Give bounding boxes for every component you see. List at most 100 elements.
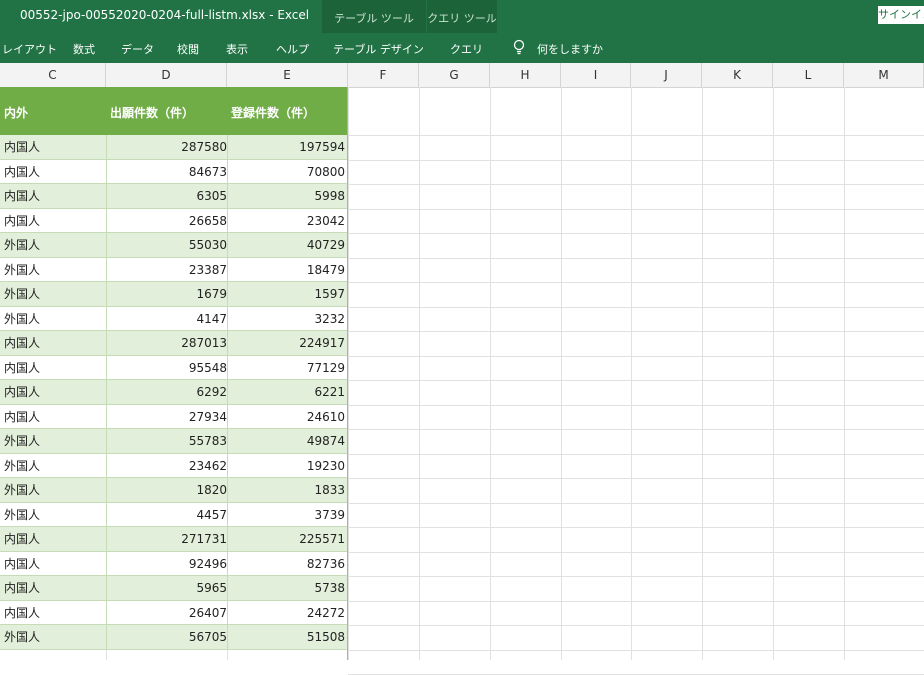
grid-row-line <box>348 355 924 357</box>
cell-kind[interactable]: 内国人 <box>4 601 40 625</box>
cell-registrations[interactable]: 6221 <box>227 380 345 404</box>
tab-formulas[interactable]: 数式 <box>73 41 95 57</box>
cell-registrations[interactable]: 5738 <box>227 576 345 600</box>
cell-kind[interactable]: 外国人 <box>4 307 40 331</box>
cell-applications[interactable]: 271731 <box>106 527 227 551</box>
cell-kind[interactable]: 内国人 <box>4 184 40 208</box>
cell-registrations[interactable]: 3232 <box>227 307 345 331</box>
cell-kind[interactable]: 内国人 <box>4 135 40 159</box>
cell-registrations[interactable]: 51508 <box>227 625 345 649</box>
table-header-row: 内外 出願件数（件） 登録件数（件） <box>0 87 348 135</box>
cell-applications[interactable]: 287580 <box>106 135 227 159</box>
cell-registrations[interactable]: 19230 <box>227 454 345 478</box>
tab-view[interactable]: 表示 <box>226 41 248 57</box>
column-header-m[interactable]: M <box>844 63 924 87</box>
column-header-c[interactable]: C <box>0 63 106 87</box>
cell-applications[interactable]: 26407 <box>106 601 227 625</box>
cell-kind[interactable]: 外国人 <box>4 233 40 257</box>
cell-registrations[interactable]: 225571 <box>227 527 345 551</box>
title-bar: 00552-jpo-00552020-0204-full-listm.xlsx … <box>0 0 924 66</box>
column-header-i[interactable]: I <box>561 63 631 87</box>
column-header-e[interactable]: E <box>227 63 348 87</box>
tab-data[interactable]: データ <box>121 41 154 57</box>
cell-applications[interactable]: 6292 <box>106 380 227 404</box>
cell-applications[interactable]: 26658 <box>106 209 227 233</box>
tab-table-design[interactable]: テーブル デザイン <box>333 41 424 57</box>
cell-applications[interactable]: 1820 <box>106 478 227 502</box>
cell-divider <box>106 551 107 575</box>
cell-registrations[interactable]: 70800 <box>227 160 345 184</box>
cell-registrations[interactable]: 197594 <box>227 135 345 159</box>
context-tab-label: クエリ ツール <box>427 12 497 25</box>
column-header-k[interactable]: K <box>702 63 773 87</box>
column-header-d[interactable]: D <box>106 63 227 87</box>
column-header-l[interactable]: L <box>773 63 844 87</box>
cell-registrations[interactable]: 77129 <box>227 356 345 380</box>
cell-registrations[interactable]: 3739 <box>227 503 345 527</box>
cell-registrations[interactable]: 49874 <box>227 429 345 453</box>
column-header-f[interactable]: F <box>348 63 419 87</box>
cell-registrations[interactable]: 23042 <box>227 209 345 233</box>
tab-layout[interactable]: レイアウト <box>2 41 57 57</box>
column-header-j[interactable]: J <box>631 63 702 87</box>
cell-kind[interactable]: 外国人 <box>4 454 40 478</box>
cell-kind[interactable]: 内国人 <box>4 209 40 233</box>
cell-kind[interactable]: 外国人 <box>4 429 40 453</box>
cell-applications[interactable]: 287013 <box>106 331 227 355</box>
cell-registrations[interactable]: 24610 <box>227 405 345 429</box>
cell-applications[interactable]: 27934 <box>106 405 227 429</box>
tab-help[interactable]: ヘルプ <box>276 41 309 57</box>
cell-applications[interactable]: 4457 <box>106 503 227 527</box>
cell-applications[interactable]: 1679 <box>106 282 227 306</box>
cell-kind[interactable]: 外国人 <box>4 625 40 649</box>
tell-me-search[interactable]: 何をしますか <box>537 41 603 57</box>
cell-applications[interactable]: 56705 <box>106 625 227 649</box>
cell-registrations[interactable]: 5998 <box>227 184 345 208</box>
cell-registrations[interactable]: 1597 <box>227 282 345 306</box>
worksheet-grid[interactable]: 内外 出願件数（件） 登録件数（件） 内国人 287580 197594 内国人 846… <box>0 87 924 675</box>
cell-registrations[interactable]: 224917 <box>227 331 345 355</box>
cell-applications[interactable]: 92496 <box>106 552 227 576</box>
cell-applications[interactable]: 55030 <box>106 233 227 257</box>
cell-kind[interactable]: 内国人 <box>4 380 40 404</box>
header-applications[interactable]: 出願件数（件） <box>110 104 194 121</box>
cell-kind[interactable]: 内国人 <box>4 356 40 380</box>
cell-applications[interactable]: 84673 <box>106 160 227 184</box>
cell-divider <box>106 135 107 159</box>
cell-kind[interactable]: 内国人 <box>4 405 40 429</box>
cell-registrations[interactable]: 40729 <box>227 233 345 257</box>
cell-applications[interactable]: 4147 <box>106 307 227 331</box>
cell-applications[interactable]: 6305 <box>106 184 227 208</box>
cell-kind[interactable]: 外国人 <box>4 282 40 306</box>
column-header-h[interactable]: H <box>490 63 561 87</box>
grid-column-line <box>773 87 774 660</box>
cell-applications[interactable]: 95548 <box>106 356 227 380</box>
cell-kind[interactable]: 外国人 <box>4 258 40 282</box>
cell-kind[interactable]: 外国人 <box>4 503 40 527</box>
grid-row-line <box>348 649 924 651</box>
cell-registrations[interactable]: 24272 <box>227 601 345 625</box>
cell-applications[interactable]: 23462 <box>106 454 227 478</box>
cell-registrations[interactable]: 18479 <box>227 258 345 282</box>
cell-registrations[interactable]: 82736 <box>227 552 345 576</box>
cell-applications[interactable]: 23387 <box>106 258 227 282</box>
cell-kind[interactable]: 内国人 <box>4 552 40 576</box>
cell-kind[interactable]: 内国人 <box>4 576 40 600</box>
cell-kind[interactable]: 外国人 <box>4 478 40 502</box>
lightbulb-icon[interactable] <box>512 39 526 57</box>
cell-registrations[interactable]: 1833 <box>227 478 345 502</box>
tab-query[interactable]: クエリ <box>450 41 483 57</box>
window-title: 00552-jpo-00552020-0204-full-listm.xlsx … <box>20 8 310 22</box>
header-registrations[interactable]: 登録件数（件） <box>231 104 315 121</box>
signin-button[interactable]: サインイン <box>878 6 924 24</box>
cell-kind[interactable]: 内国人 <box>4 527 40 551</box>
cell-kind[interactable]: 内国人 <box>4 331 40 355</box>
cell-kind[interactable]: 内国人 <box>4 160 40 184</box>
header-kind[interactable]: 内外 <box>4 104 28 121</box>
table-row: 内国人 5965 5738 <box>0 576 348 601</box>
tab-review[interactable]: 校閲 <box>177 41 199 57</box>
cell-applications[interactable]: 55783 <box>106 429 227 453</box>
column-header-g[interactable]: G <box>419 63 490 87</box>
grid-column-line <box>844 87 845 660</box>
cell-applications[interactable]: 5965 <box>106 576 227 600</box>
